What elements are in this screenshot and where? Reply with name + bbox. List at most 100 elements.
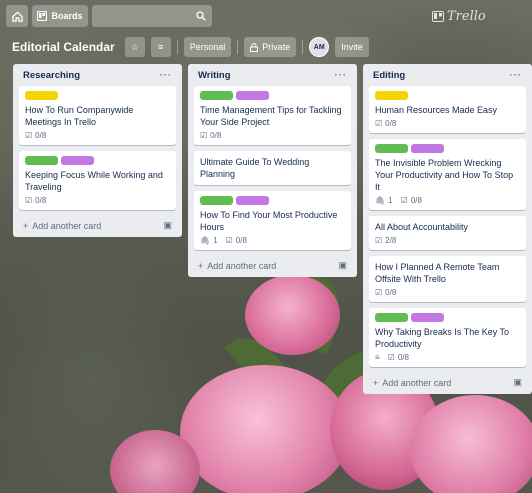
card-template-icon[interactable]: ▣ [163, 220, 172, 231]
trello-logo[interactable]: Trello [432, 9, 486, 24]
card-title: Human Resources Made Easy [375, 105, 498, 115]
card-template-icon[interactable]: ▣ [338, 260, 347, 271]
board-menu-button[interactable]: ≡ [150, 37, 171, 57]
card[interactable]: All About Accountability ☑ 2/8 [369, 216, 526, 250]
add-card-label: Add another card [207, 260, 277, 271]
team-button[interactable]: Personal [183, 37, 232, 57]
checklist-icon: ☑ [375, 119, 383, 128]
card-title: Ultimate Guide To Wedding Planning [200, 157, 310, 179]
card[interactable]: Ultimate Guide To Wedding Planning [194, 151, 351, 185]
board-title[interactable]: Editorial Calendar [12, 40, 115, 54]
plus-icon: + [23, 220, 29, 231]
attachment-count: 1 [388, 196, 393, 205]
green-label[interactable] [25, 156, 58, 165]
add-card-label: Add another card [382, 377, 452, 388]
green-label[interactable] [375, 313, 408, 322]
checklist-badge: ☑ 0/8 [375, 288, 396, 297]
card-title: Why Taking Breaks Is The Key To Producti… [375, 327, 510, 349]
checklist-count: 0/8 [35, 131, 47, 140]
list-header[interactable]: Writing ··· [194, 64, 351, 86]
checklist-count: 0/8 [385, 119, 397, 128]
attachment-badge: 🖇 1 [375, 196, 393, 205]
card-title: Keeping Focus While Working and Travelin… [25, 170, 163, 192]
checklist-badge: ☑ 0/8 [388, 353, 409, 362]
plus-icon: + [198, 260, 204, 271]
card-template-icon[interactable]: ▣ [513, 377, 522, 388]
card[interactable]: How To Run Companywide Meetings In Trell… [19, 86, 176, 145]
list-header[interactable]: Editing ··· [369, 64, 526, 86]
logo-text: Trello [447, 9, 486, 24]
avatar[interactable]: AM [309, 37, 330, 57]
checklist-badge: ☑ 0/8 [200, 131, 221, 140]
card[interactable]: How To Find Your Most Productive Hours 🖇… [194, 191, 351, 250]
list-header[interactable]: Researching ··· [19, 64, 176, 86]
attachment-icon: 🖇 [200, 236, 211, 245]
card[interactable]: The Invisible Problem Wrecking Your Prod… [369, 139, 526, 210]
card-title: All About Accountability [375, 222, 469, 232]
attachment-badge: 🖇 1 [200, 236, 218, 245]
lock-icon [250, 42, 259, 52]
card-title: How I Planned A Remote Team Offsite With… [375, 262, 500, 284]
search-icon [196, 11, 206, 21]
purple-label[interactable] [411, 313, 444, 322]
header-divider [176, 40, 178, 54]
list-title[interactable]: Editing [373, 70, 405, 81]
card[interactable]: Human Resources Made Easy ☑ 0/8 [369, 86, 526, 133]
purple-label[interactable] [236, 91, 269, 100]
purple-label[interactable] [236, 196, 269, 205]
list-researching: Researching ··· How To Run Companywide M… [13, 64, 182, 237]
list-menu-icon[interactable]: ··· [335, 70, 348, 81]
search-input[interactable] [92, 5, 212, 27]
checklist-icon: ☑ [387, 353, 395, 362]
list-title[interactable]: Writing [198, 70, 231, 81]
checklist-icon: ☑ [225, 236, 233, 245]
yellow-label[interactable] [375, 91, 408, 100]
checklist-badge: ☑ 0/8 [375, 119, 396, 128]
checklist-icon: ☑ [400, 196, 408, 205]
trello-logo-icon [432, 11, 444, 22]
card[interactable]: Time Management Tips for Tackling Your S… [194, 86, 351, 145]
list-editing: Editing ··· Human Resources Made Easy ☑ … [363, 64, 532, 394]
checklist-count: 2/8 [385, 236, 397, 245]
checklist-icon: ☑ [200, 131, 208, 140]
header-divider [237, 40, 239, 54]
card[interactable]: How I Planned A Remote Team Offsite With… [369, 256, 526, 302]
team-label: Personal [189, 42, 226, 52]
card-title: How To Run Companywide Meetings In Trell… [25, 105, 134, 127]
checklist-count: 0/8 [385, 288, 397, 297]
add-card-button[interactable]: + Add another card ▣ [19, 216, 176, 231]
boards-button[interactable]: Boards [32, 5, 88, 27]
checklist-count: 0/8 [410, 196, 422, 205]
green-label[interactable] [375, 144, 408, 153]
star-button[interactable]: ☆ [124, 37, 145, 57]
attachment-count: 1 [213, 236, 218, 245]
list-menu-icon[interactable]: ··· [510, 70, 523, 81]
card-title: How To Find Your Most Productive Hours [200, 210, 338, 232]
card[interactable]: Why Taking Breaks Is The Key To Producti… [369, 308, 526, 367]
visibility-label: Private [262, 42, 291, 52]
add-card-button[interactable]: + Add another card ▣ [369, 373, 526, 388]
add-card-label: Add another card [32, 220, 102, 231]
checklist-badge: ☑ 2/8 [375, 236, 396, 245]
checklist-badge: ☑ 0/8 [25, 196, 46, 205]
purple-label[interactable] [411, 144, 444, 153]
home-icon [11, 11, 23, 22]
invite-button[interactable]: Invite [335, 37, 369, 57]
yellow-label[interactable] [25, 91, 58, 100]
checklist-count: 0/8 [235, 236, 247, 245]
invite-label: Invite [341, 42, 363, 52]
menu-lines-icon: ≡ [158, 42, 164, 52]
home-button[interactable] [6, 5, 28, 27]
header-divider [302, 40, 304, 54]
purple-label[interactable] [61, 156, 94, 165]
list-menu-icon[interactable]: ··· [160, 70, 173, 81]
card[interactable]: Keeping Focus While Working and Travelin… [19, 151, 176, 210]
visibility-button[interactable]: Private [244, 37, 297, 57]
add-card-button[interactable]: + Add another card ▣ [194, 256, 351, 271]
checklist-icon: ☑ [375, 236, 383, 245]
green-label[interactable] [200, 91, 233, 100]
star-icon: ☆ [130, 41, 139, 52]
list-title[interactable]: Researching [23, 70, 80, 81]
green-label[interactable] [200, 196, 233, 205]
checklist-icon: ☑ [25, 131, 33, 140]
